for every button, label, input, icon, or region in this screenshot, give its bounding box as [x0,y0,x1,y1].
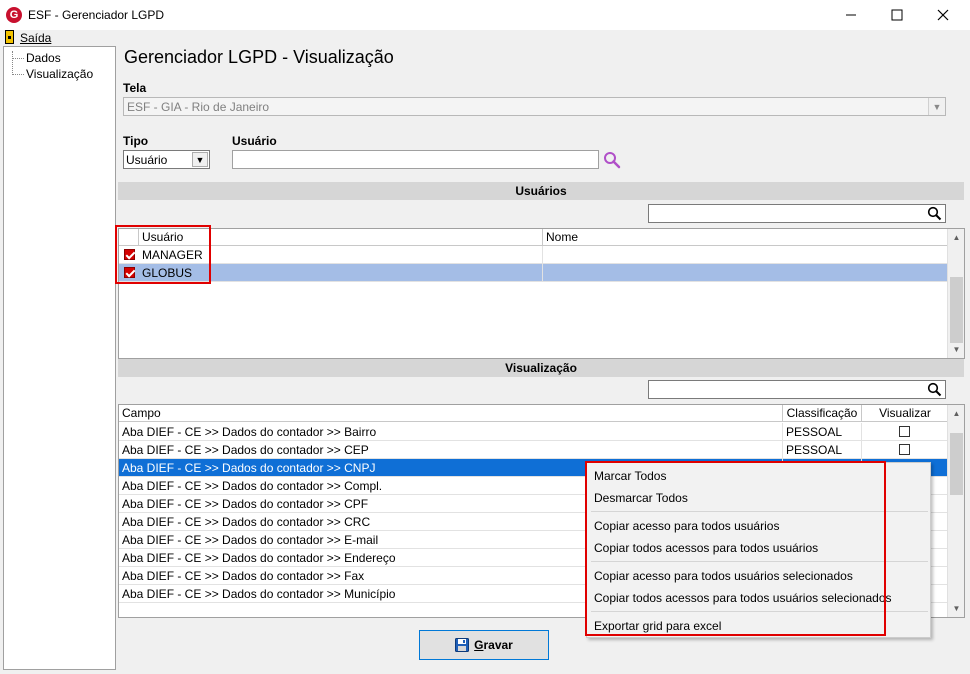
maximize-icon [891,9,903,21]
scroll-up-icon[interactable]: ▲ [948,405,964,422]
tipo-label: Tipo [123,134,149,148]
exit-door-icon [5,30,14,44]
highlight-box [115,225,211,284]
minimize-button[interactable] [828,0,874,30]
user-nome-cell [543,264,949,282]
table-row[interactable]: GLOBUS [119,264,949,282]
minimize-icon [846,14,856,16]
users-grid: Usuário Nome MANAGER GLOBUS ▲ ▼ [118,228,965,359]
close-button[interactable] [920,0,966,30]
menu-exit[interactable]: Saída [20,31,51,45]
scroll-down-icon[interactable]: ▼ [948,600,964,617]
view-visualizar-cell [862,441,949,459]
tree-connector [12,58,24,59]
chevron-down-icon[interactable]: ▼ [192,152,208,167]
usuario-input-value [233,151,598,155]
view-col-campo[interactable]: Campo [119,405,783,422]
tree-connector [12,51,13,75]
usuario-input[interactable] [232,150,599,169]
tipo-select-value: Usuário [126,153,168,167]
users-filter-value [649,205,945,209]
view-filter-value [649,381,945,385]
close-icon [937,9,949,21]
view-classificacao-cell: PESSOAL [783,423,862,441]
view-visualizar-cell [862,423,949,441]
visualizar-checkbox[interactable] [899,444,910,455]
search-icon[interactable] [927,382,942,397]
search-icon[interactable] [927,206,942,221]
users-section-header: Usuários [118,182,964,200]
menu-exit-label: Saída [20,31,52,45]
tree-item-dados[interactable]: Dados [26,51,61,65]
scroll-down-icon[interactable]: ▼ [948,341,964,358]
chevron-down-icon[interactable]: ▼ [928,98,945,115]
view-campo-cell: Aba DIEF - CE >> Dados do contador >> Ba… [119,423,783,441]
table-row[interactable]: Aba DIEF - CE >> Dados do contador >> CE… [119,441,949,459]
scroll-up-icon[interactable]: ▲ [948,229,964,246]
users-filter-input[interactable] [648,204,946,223]
visualizar-checkbox[interactable] [899,426,910,437]
menu-bar [0,30,970,46]
search-icon[interactable] [602,151,622,169]
floppy-disk-icon [455,638,470,652]
view-section-header: Visualização [118,359,964,377]
navigation-tree: Dados Visualização [3,46,116,670]
scroll-thumb[interactable] [950,433,963,495]
save-button-label: Gravar [474,638,513,652]
user-nome-cell [543,246,949,264]
view-grid-scrollbar[interactable]: ▲ ▼ [947,405,964,617]
tree-connector [12,74,24,75]
view-filter-input[interactable] [648,380,946,399]
table-row[interactable]: MANAGER [119,246,949,264]
tree-item-visualizacao[interactable]: Visualização [26,67,93,81]
tela-label: Tela [123,81,147,95]
highlight-box [585,461,886,636]
view-col-classificacao[interactable]: Classificação [783,405,862,422]
tipo-select[interactable]: Usuário ▼ [123,150,210,169]
users-col-nome[interactable]: Nome [543,229,949,246]
scroll-thumb[interactable] [950,277,963,343]
usuario-label: Usuário [232,134,277,148]
maximize-button[interactable] [874,0,920,30]
table-row[interactable]: Aba DIEF - CE >> Dados do contador >> Ba… [119,423,949,441]
save-button[interactable]: Gravar [419,630,549,660]
tela-select-value: ESF - GIA - Rio de Janeiro [127,100,270,114]
window-title: ESF - Gerenciador LGPD [28,8,165,22]
view-col-visualizar[interactable]: Visualizar [862,405,949,422]
page-title: Gerenciador LGPD - Visualização [124,47,394,67]
tela-select[interactable]: ESF - GIA - Rio de Janeiro ▼ [123,97,946,116]
view-campo-cell: Aba DIEF - CE >> Dados do contador >> CE… [119,441,783,459]
users-grid-scrollbar[interactable]: ▲ ▼ [947,229,964,358]
app-logo-icon: G [6,7,22,23]
view-classificacao-cell: PESSOAL [783,441,862,459]
